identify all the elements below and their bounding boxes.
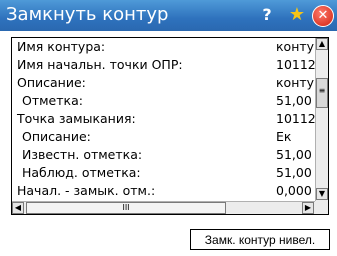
detail-row[interactable]: Известн. отметка: 51,00 bbox=[12, 146, 315, 164]
detail-value: 10112 bbox=[276, 57, 315, 72]
detail-row[interactable]: Имя начальн. точки ОПР: 10112 bbox=[12, 56, 315, 74]
scroll-up-icon[interactable]: ▲ bbox=[316, 38, 328, 50]
detail-label: Имя начальн. точки ОПР: bbox=[17, 57, 183, 72]
detail-row[interactable]: Наблюд. отметка: 51,00 bbox=[12, 164, 315, 182]
horizontal-scroll-thumb[interactable]: III bbox=[26, 202, 226, 214]
detail-label: Описание: bbox=[22, 129, 91, 144]
scroll-left-icon[interactable]: ◀ bbox=[12, 202, 24, 214]
close-loop-button[interactable]: Замк. контур нивел. bbox=[190, 229, 330, 250]
detail-label: Точка замыкания: bbox=[17, 111, 136, 126]
detail-label: Наблюд. отметка: bbox=[22, 165, 141, 180]
detail-row[interactable]: Начал. - замык. отм.: 0,000 bbox=[12, 182, 315, 200]
vertical-scroll-thumb[interactable]: ≡ bbox=[316, 78, 328, 108]
detail-label: Описание: bbox=[17, 75, 86, 90]
detail-row[interactable]: Отметка: 51,00 bbox=[12, 92, 315, 110]
horizontal-scrollbar[interactable]: ◀ III ▶ bbox=[12, 201, 315, 214]
detail-row[interactable]: Описание: конту bbox=[12, 74, 315, 92]
detail-label: Начал. - замык. отм.: bbox=[17, 183, 156, 198]
detail-row[interactable]: Точка замыкания: 10112 bbox=[12, 110, 315, 128]
detail-value: конту bbox=[276, 75, 315, 90]
detail-value: 0,000 bbox=[276, 183, 312, 198]
help-icon[interactable]: ? bbox=[256, 4, 278, 26]
detail-value: 51,00 bbox=[276, 93, 312, 108]
vertical-scrollbar[interactable]: ▲ ≡ ▼ bbox=[315, 38, 328, 201]
scrollbar-corner bbox=[315, 201, 328, 214]
scroll-down-icon[interactable]: ▼ bbox=[316, 188, 328, 200]
favorite-icon[interactable]: ★ bbox=[286, 4, 308, 26]
details-panel: Имя контура: конту Имя начальн. точки ОПР:… bbox=[11, 37, 329, 215]
detail-value: 51,00 bbox=[276, 165, 312, 180]
detail-value: Ек bbox=[276, 129, 292, 144]
window-title: Замкнуть контур bbox=[6, 4, 169, 25]
detail-label: Отметка: bbox=[22, 93, 83, 108]
detail-value: конту bbox=[276, 39, 315, 54]
detail-value: 51,00 bbox=[276, 147, 312, 162]
detail-row[interactable]: Имя контура: конту bbox=[12, 38, 315, 56]
detail-label: Известн. отметка: bbox=[22, 147, 143, 162]
detail-value: 10112 bbox=[276, 111, 315, 126]
details-list: Имя контура: конту Имя начальн. точки ОПР:… bbox=[12, 38, 315, 201]
title-bar: Замкнуть контур ? ★ ✕ bbox=[0, 0, 337, 31]
detail-label: Имя контура: bbox=[17, 39, 106, 54]
scroll-right-icon[interactable]: ▶ bbox=[302, 202, 314, 214]
close-icon[interactable]: ✕ bbox=[312, 5, 334, 27]
detail-row[interactable]: Описание: Ек bbox=[12, 128, 315, 146]
